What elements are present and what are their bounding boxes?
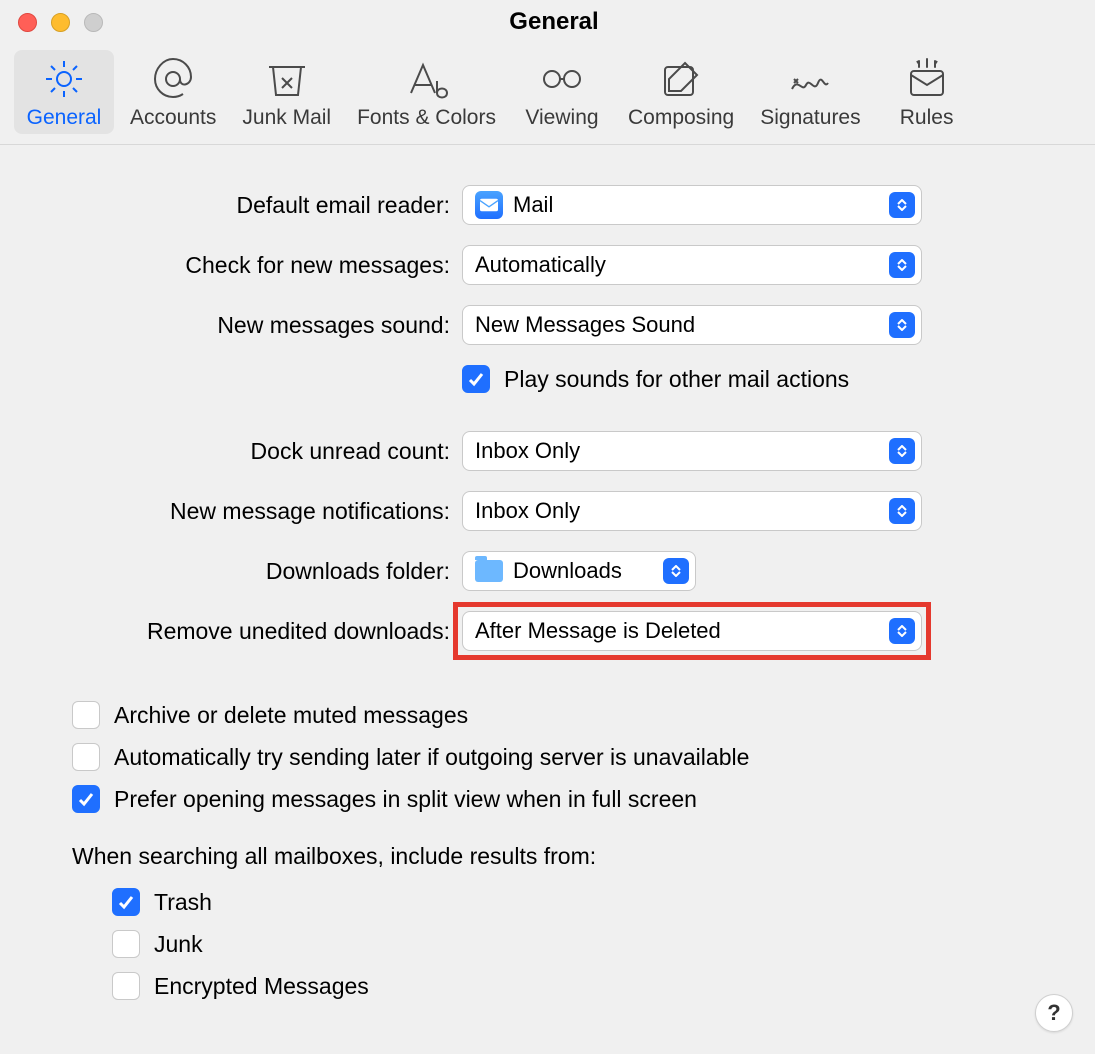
popup-value: Mail	[513, 192, 883, 218]
popup-arrows-icon	[889, 192, 915, 218]
tab-fonts-colors[interactable]: Fonts & Colors	[347, 50, 506, 134]
popup-value: Downloads	[513, 558, 657, 584]
window-zoom-button[interactable]	[84, 13, 103, 32]
titlebar: General	[0, 0, 1095, 44]
fonts-icon	[405, 56, 449, 102]
tab-signatures[interactable]: Signatures	[750, 50, 870, 134]
tab-general[interactable]: General	[14, 50, 114, 134]
check-new-messages-popup[interactable]: Automatically	[462, 245, 922, 285]
check-new-messages-label: Check for new messages:	[40, 252, 462, 279]
new-message-notifications-label: New message notifications:	[40, 498, 462, 525]
archive-muted-checkbox[interactable]	[72, 701, 100, 729]
preferences-toolbar: General Accounts Junk Mail Fonts & Color…	[0, 44, 1095, 145]
tab-label: Signatures	[760, 106, 860, 130]
new-messages-sound-popup[interactable]: New Messages Sound	[462, 305, 922, 345]
rules-icon	[905, 56, 949, 102]
split-view-checkbox[interactable]	[72, 785, 100, 813]
auto-retry-send-label: Automatically try sending later if outgo…	[114, 744, 749, 771]
auto-retry-send-checkbox[interactable]	[72, 743, 100, 771]
default-email-reader-label: Default email reader:	[40, 192, 462, 219]
mail-app-icon	[475, 191, 503, 219]
at-icon	[151, 56, 195, 102]
help-button[interactable]: ?	[1035, 994, 1073, 1032]
junk-icon	[265, 56, 309, 102]
popup-value: New Messages Sound	[475, 312, 883, 338]
dock-unread-count-popup[interactable]: Inbox Only	[462, 431, 922, 471]
play-sounds-label: Play sounds for other mail actions	[504, 366, 849, 393]
popup-arrows-icon	[889, 438, 915, 464]
compose-icon	[659, 56, 703, 102]
dock-unread-count-label: Dock unread count:	[40, 438, 462, 465]
include-trash-checkbox[interactable]	[112, 888, 140, 916]
gear-icon	[42, 56, 86, 102]
default-email-reader-popup[interactable]: Mail	[462, 185, 922, 225]
folder-icon	[475, 560, 503, 582]
remove-unedited-downloads-popup[interactable]: After Message is Deleted	[462, 611, 922, 651]
tab-accounts[interactable]: Accounts	[120, 50, 226, 134]
downloads-folder-popup[interactable]: Downloads	[462, 551, 696, 591]
tab-label: Viewing	[525, 106, 598, 130]
window-minimize-button[interactable]	[51, 13, 70, 32]
include-junk-checkbox[interactable]	[112, 930, 140, 958]
popup-value: Inbox Only	[475, 498, 883, 524]
signature-icon	[788, 56, 832, 102]
tab-label: Composing	[628, 106, 734, 130]
archive-muted-label: Archive or delete muted messages	[114, 702, 468, 729]
tab-junk-mail[interactable]: Junk Mail	[232, 50, 341, 134]
downloads-folder-label: Downloads folder:	[40, 558, 462, 585]
popup-arrows-icon	[663, 558, 689, 584]
tab-label: General	[27, 106, 102, 130]
tab-label: Accounts	[130, 106, 216, 130]
window-close-button[interactable]	[18, 13, 37, 32]
popup-arrows-icon	[889, 312, 915, 338]
new-message-notifications-popup[interactable]: Inbox Only	[462, 491, 922, 531]
remove-unedited-downloads-label: Remove unedited downloads:	[40, 618, 462, 645]
popup-value: Inbox Only	[475, 438, 883, 464]
tab-label: Fonts & Colors	[357, 106, 496, 130]
include-encrypted-label: Encrypted Messages	[154, 973, 369, 1000]
include-junk-label: Junk	[154, 931, 203, 958]
split-view-label: Prefer opening messages in split view wh…	[114, 786, 697, 813]
tab-rules[interactable]: Rules	[877, 50, 977, 134]
popup-arrows-icon	[889, 252, 915, 278]
new-messages-sound-label: New messages sound:	[40, 312, 462, 339]
glasses-icon	[540, 56, 584, 102]
include-trash-label: Trash	[154, 889, 212, 916]
include-encrypted-checkbox[interactable]	[112, 972, 140, 1000]
popup-arrows-icon	[889, 498, 915, 524]
popup-value: After Message is Deleted	[475, 618, 883, 644]
popup-value: Automatically	[475, 252, 883, 278]
tab-label: Rules	[900, 106, 954, 130]
tab-viewing[interactable]: Viewing	[512, 50, 612, 134]
tab-label: Junk Mail	[242, 106, 331, 130]
play-sounds-checkbox[interactable]	[462, 365, 490, 393]
annotation-highlight: After Message is Deleted	[453, 602, 931, 660]
search-results-heading: When searching all mailboxes, include re…	[72, 843, 1055, 870]
tab-composing[interactable]: Composing	[618, 50, 744, 134]
popup-arrows-icon	[889, 618, 915, 644]
window-title: General	[103, 8, 1005, 36]
